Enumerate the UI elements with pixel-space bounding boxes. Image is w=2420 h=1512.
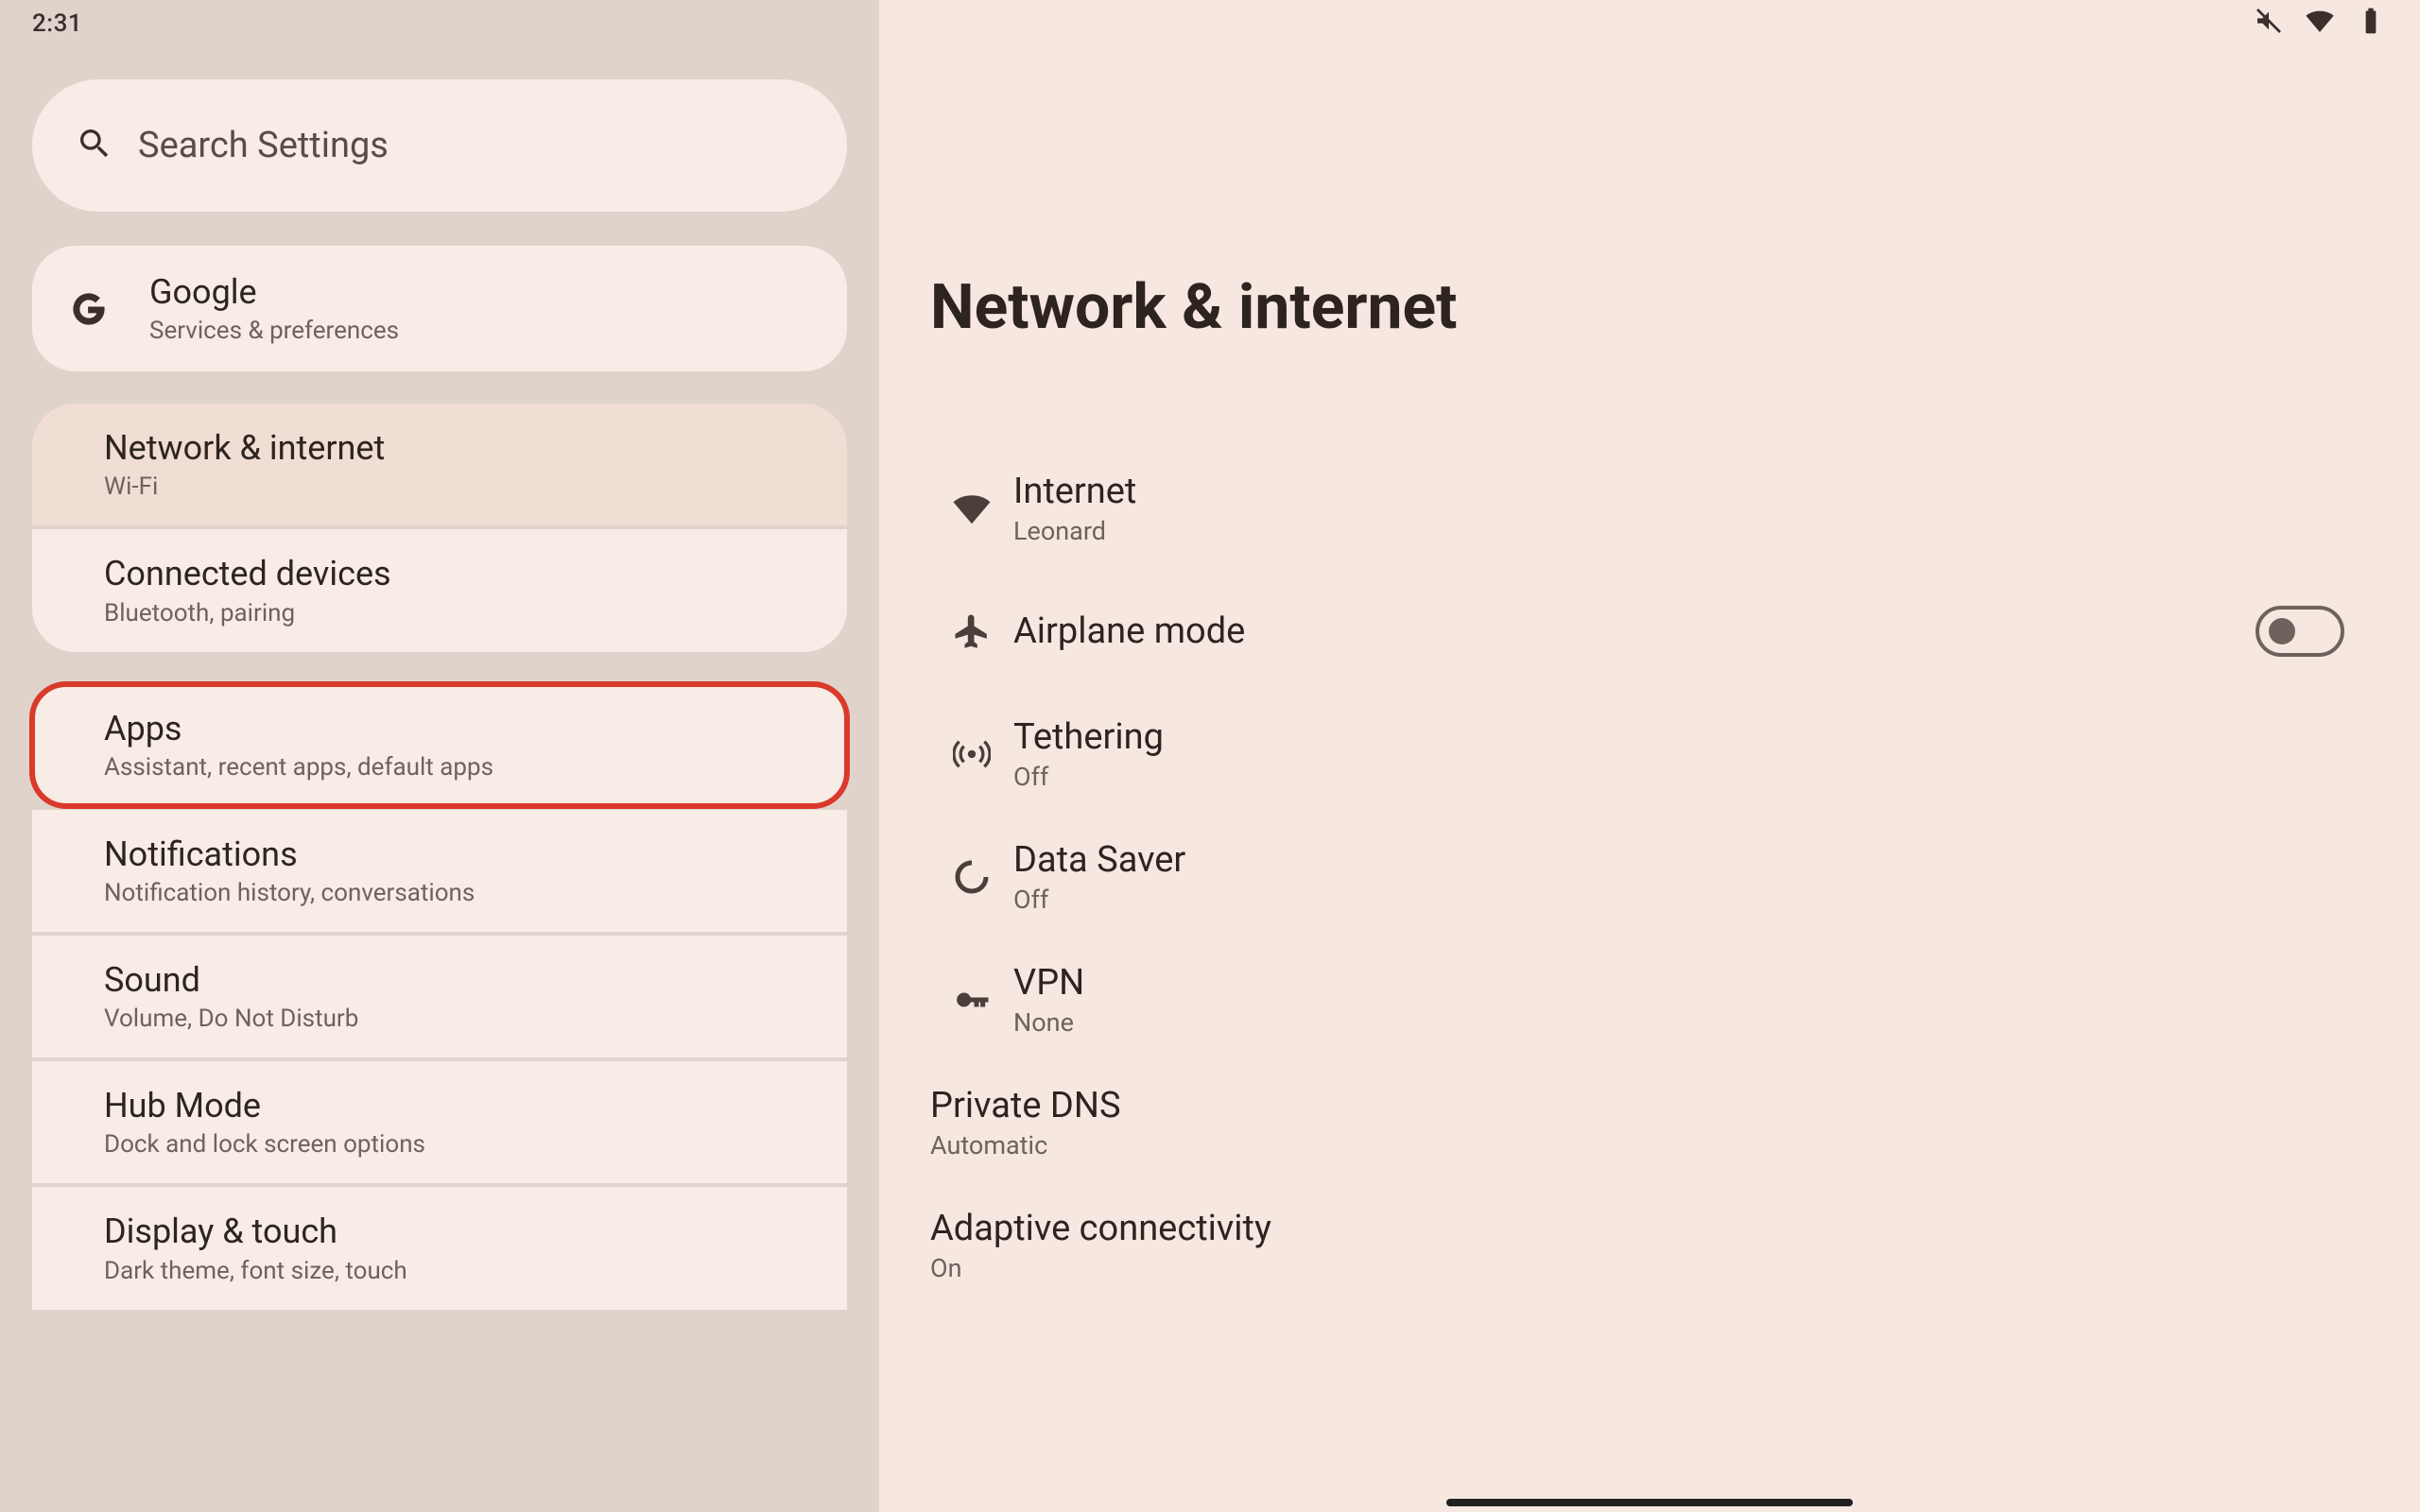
setting-title: Adaptive connectivity	[930, 1208, 2369, 1249]
setting-adaptive-connectivity[interactable]: Adaptive connectivity On	[921, 1184, 2378, 1307]
setting-title: Private DNS	[930, 1085, 2369, 1126]
sidebar-item-notifications[interactable]: Notifications Notification history, conv…	[32, 810, 847, 932]
setting-title: Airplane mode	[1013, 610, 2256, 652]
google-g-icon	[66, 286, 112, 332]
settings-list: Internet Leonard Airplane mode Tethering…	[921, 447, 2378, 1307]
search-settings[interactable]: Search Settings	[32, 79, 847, 212]
setting-sub: Leonard	[1013, 516, 2369, 546]
sidebar-sub: Notification history, conversations	[104, 879, 475, 907]
search-placeholder: Search Settings	[138, 125, 389, 166]
wifi-full-icon	[930, 490, 1013, 527]
sidebar-sub: Volume, Do Not Disturb	[104, 1005, 358, 1033]
setting-vpn[interactable]: VPN None	[921, 938, 2378, 1061]
setting-private-dns[interactable]: Private DNS Automatic	[921, 1061, 2378, 1184]
sidebar-label: Notifications	[104, 834, 475, 875]
setting-sub: Off	[1013, 885, 2369, 915]
sidebar-item-connected-devices[interactable]: Connected devices Bluetooth, pairing	[32, 529, 847, 651]
setting-sub: Automatic	[930, 1130, 2369, 1160]
google-title: Google	[149, 272, 399, 313]
setting-tethering[interactable]: Tethering Off	[921, 693, 2378, 816]
sidebar-label: Network & internet	[104, 428, 385, 469]
setting-sub: None	[1013, 1007, 2369, 1038]
sidebar-item-network[interactable]: Network & internet Wi-Fi	[32, 404, 847, 525]
google-sub: Services & preferences	[149, 317, 399, 345]
airplane-icon	[930, 612, 1013, 650]
sidebar-sub: Bluetooth, pairing	[104, 599, 391, 627]
search-icon	[76, 125, 113, 166]
sidebar-label: Apps	[104, 709, 493, 749]
sidebar-sub: Dock and lock screen options	[104, 1130, 425, 1159]
statusbar-left: 2:31	[32, 0, 847, 42]
hotspot-icon	[930, 735, 1013, 773]
sidebar-item-google[interactable]: Google Services & preferences	[32, 246, 847, 371]
sidebar-item-hub-mode[interactable]: Hub Mode Dock and lock screen options	[32, 1061, 847, 1183]
page-title: Network & internet	[930, 274, 2378, 343]
sidebar-sub: Assistant, recent apps, default apps	[104, 753, 493, 782]
sidebar-item-apps[interactable]: Apps Assistant, recent apps, default app…	[32, 684, 847, 806]
sidebar-sub: Dark theme, font size, touch	[104, 1257, 407, 1285]
sidebar-group-1: Apps Assistant, recent apps, default app…	[32, 684, 847, 1310]
clock: 2:31	[32, 9, 82, 38]
setting-airplane-mode[interactable]: Airplane mode	[921, 570, 2378, 693]
datasaver-icon	[930, 858, 1013, 896]
setting-sub: Off	[1013, 762, 2369, 792]
detail-panel: Network & internet Internet Leonard Airp…	[879, 0, 2420, 1512]
battery-icon	[2356, 6, 2386, 40]
setting-sub: On	[930, 1253, 2369, 1283]
wifi-status-icon	[2305, 6, 2335, 40]
airplane-toggle[interactable]	[2256, 606, 2344, 657]
vpn-key-icon	[930, 981, 1013, 1019]
setting-data-saver[interactable]: Data Saver Off	[921, 816, 2378, 938]
setting-title: Tethering	[1013, 716, 2369, 758]
sidebar-sub: Wi-Fi	[104, 472, 385, 501]
setting-title: Internet	[1013, 471, 2369, 512]
sidebar-group-0: Network & internet Wi-Fi Connected devic…	[32, 404, 847, 651]
sidebar-item-display[interactable]: Display & touch Dark theme, font size, t…	[32, 1187, 847, 1309]
mute-icon	[2254, 6, 2284, 40]
setting-internet[interactable]: Internet Leonard	[921, 447, 2378, 570]
sidebar-label: Sound	[104, 960, 358, 1001]
sidebar-label: Display & touch	[104, 1211, 407, 1252]
statusbar-right	[2254, 6, 2386, 40]
setting-title: Data Saver	[1013, 839, 2369, 881]
sidebar-label: Connected devices	[104, 554, 391, 594]
sidebar-panel: 2:31 Search Settings Google Services & p…	[0, 0, 879, 1512]
sidebar-label: Hub Mode	[104, 1086, 425, 1126]
sidebar-item-sound[interactable]: Sound Volume, Do Not Disturb	[32, 936, 847, 1057]
gesture-nav-hint[interactable]	[1446, 1499, 1853, 1506]
setting-title: VPN	[1013, 962, 2369, 1004]
